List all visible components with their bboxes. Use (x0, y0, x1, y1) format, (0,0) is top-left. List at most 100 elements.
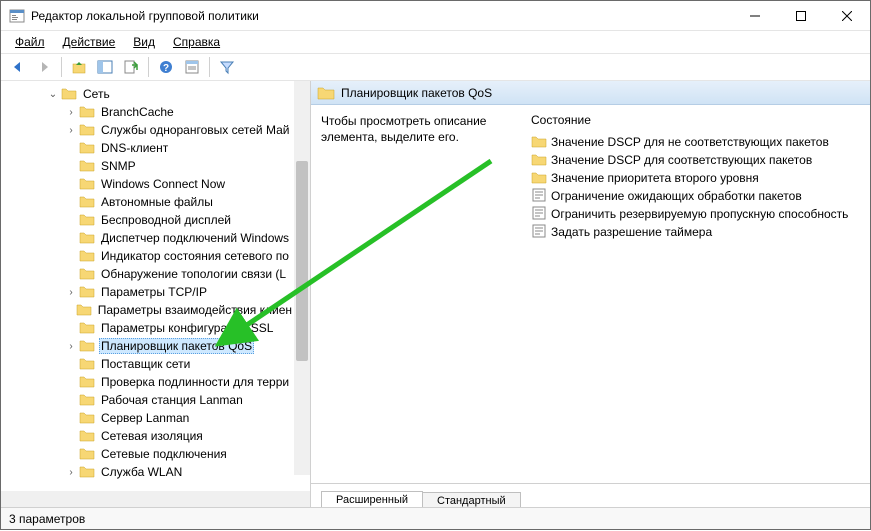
list-item-label: Значение DSCP для соответствующих пакето… (551, 153, 812, 167)
expand-icon[interactable]: › (65, 106, 77, 118)
list-item[interactable]: Значение DSCP для соответствующих пакето… (531, 151, 860, 169)
description-column: Чтобы просмотреть описание элемента, выд… (321, 113, 501, 475)
body: ⌄ Сеть › BranchCache › Службы одноранговых се… (1, 81, 870, 507)
content-body: Чтобы просмотреть описание элемента, выд… (311, 105, 870, 483)
folder-icon (317, 85, 335, 101)
menu-action[interactable]: Действие (55, 33, 124, 51)
help-button[interactable]: ? (155, 56, 177, 78)
content-header: Планировщик пакетов QoS (311, 81, 870, 105)
tree-item[interactable]: › Планировщик пакетов QoS (1, 337, 294, 355)
tree-label: Службы одноранговых сетей Май (99, 123, 291, 137)
properties-button[interactable] (181, 56, 203, 78)
statusbar: 3 параметров (1, 507, 870, 529)
tree-hscrollbar[interactable] (1, 491, 310, 507)
tree-label: Параметры TCP/IP (99, 285, 209, 299)
state-heading: Состояние (531, 113, 860, 127)
tab-standard[interactable]: Стандартный (422, 492, 521, 507)
back-button[interactable] (7, 56, 29, 78)
description-text: Чтобы просмотреть описание элемента, выд… (321, 113, 501, 145)
tree-label: Параметры конфигурации SSL (99, 321, 275, 335)
view-tabs: Расширенный Стандартный (311, 483, 870, 507)
setting-icon (531, 187, 547, 206)
show-hide-tree-button[interactable] (94, 56, 116, 78)
tree-label: Сетевая изоляция (99, 429, 205, 443)
tree-label: Сеть (81, 87, 112, 101)
menu-file[interactable]: Файл (7, 33, 53, 51)
tree-label: Параметры взаимодействия клиен (96, 303, 294, 317)
tree-label: Индикатор состояния сетевого по (99, 249, 291, 263)
menu-help[interactable]: Справка (165, 33, 228, 51)
tree-item[interactable]: › Служба WLAN (1, 463, 294, 481)
tree-label: Сервер Lanman (99, 411, 191, 425)
collapse-icon[interactable]: ⌄ (47, 88, 59, 100)
tree-item[interactable]: › Службы одноранговых сетей Май (1, 121, 294, 139)
expand-icon[interactable]: › (65, 466, 77, 478)
export-button[interactable] (120, 56, 142, 78)
list-item-label: Задать разрешение таймера (551, 225, 712, 239)
expand-icon[interactable]: › (65, 124, 77, 136)
window-title: Редактор локальной групповой политики (31, 9, 732, 23)
list-item[interactable]: Ограничение ожидающих обработки пакетов (531, 187, 860, 205)
list-item[interactable]: Значение DSCP для не соответствующих пак… (531, 133, 860, 151)
expand-icon[interactable]: › (65, 340, 77, 352)
tree-item[interactable]: Сетевая изоляция (1, 427, 294, 445)
tree-item[interactable]: Рабочая станция Lanman (1, 391, 294, 409)
list-item-label: Ограничить резервируемую пропускную спос… (551, 207, 848, 221)
tree-item[interactable]: Автономные файлы (1, 193, 294, 211)
list-item[interactable]: Ограничить резервируемую пропускную спос… (531, 205, 860, 223)
window-controls (732, 1, 870, 31)
tree-item[interactable]: DNS-клиент (1, 139, 294, 157)
maximize-button[interactable] (778, 1, 824, 31)
up-folder-button[interactable] (68, 56, 90, 78)
folder-icon (531, 170, 547, 186)
tree-label: DNS-клиент (99, 141, 170, 155)
tree-item[interactable]: Проверка подлинности для терри (1, 373, 294, 391)
tree-item[interactable]: Сервер Lanman (1, 409, 294, 427)
list-item[interactable]: Задать разрешение таймера (531, 223, 860, 241)
tree-item[interactable]: Поставщик сети (1, 355, 294, 373)
list-item-label: Значение приоритета второго уровня (551, 171, 759, 185)
tree[interactable]: ⌄ Сеть › BranchCache › Службы одноранговых се… (1, 81, 294, 485)
list-item-label: Значение DSCP для не соответствующих пак… (551, 135, 829, 149)
tree-label: BranchCache (99, 105, 176, 119)
tab-extended[interactable]: Расширенный (321, 491, 423, 507)
tree-label: Поставщик сети (99, 357, 192, 371)
tree-label: Сетевые подключения (99, 447, 229, 461)
tree-vscroll-thumb[interactable] (296, 161, 308, 361)
expand-icon[interactable]: › (65, 286, 77, 298)
tree-label: Беспроводной дисплей (99, 213, 233, 227)
forward-button[interactable] (33, 56, 55, 78)
tree-item[interactable]: Беспроводной дисплей (1, 211, 294, 229)
tree-item[interactable]: Диспетчер подключений Windows (1, 229, 294, 247)
tree-item-root[interactable]: ⌄ Сеть (1, 85, 294, 103)
tree-label: Проверка подлинности для терри (99, 375, 291, 389)
tree-item[interactable]: Windows Connect Now (1, 175, 294, 193)
tree-item[interactable]: SNMP (1, 157, 294, 175)
tree-item[interactable]: Обнаружение топологии связи (L (1, 265, 294, 283)
tree-label: SNMP (99, 159, 138, 173)
folder-icon (531, 134, 547, 150)
settings-list: Состояние Значение DSCP для не соответст… (531, 113, 860, 475)
close-button[interactable] (824, 1, 870, 31)
tree-item[interactable]: › BranchCache (1, 103, 294, 121)
minimize-button[interactable] (732, 1, 778, 31)
menu-view[interactable]: Вид (125, 33, 163, 51)
tree-item[interactable]: › Параметры TCP/IP (1, 283, 294, 301)
tree-pane: ⌄ Сеть › BranchCache › Службы одноранговых се… (1, 81, 311, 507)
tree-vscrollbar[interactable] (294, 81, 310, 475)
list-item-label: Ограничение ожидающих обработки пакетов (551, 189, 802, 203)
svg-text:?: ? (163, 63, 169, 74)
list-item[interactable]: Значение приоритета второго уровня (531, 169, 860, 187)
content-header-title: Планировщик пакетов QoS (341, 86, 492, 100)
tree-label: Планировщик пакетов QoS (99, 338, 254, 354)
tree-item[interactable]: Сетевые подключения (1, 445, 294, 463)
filter-button[interactable] (216, 56, 238, 78)
tree-label: Windows Connect Now (99, 177, 227, 191)
titlebar: Редактор локальной групповой политики (1, 1, 870, 31)
tree-label: Служба WLAN (99, 465, 184, 479)
tree-item[interactable]: Индикатор состояния сетевого по (1, 247, 294, 265)
tree-item[interactable]: Параметры конфигурации SSL (1, 319, 294, 337)
tree-item[interactable]: Параметры взаимодействия клиен (1, 301, 294, 319)
status-text: 3 параметров (9, 512, 85, 526)
toolbar: ? (1, 53, 870, 81)
